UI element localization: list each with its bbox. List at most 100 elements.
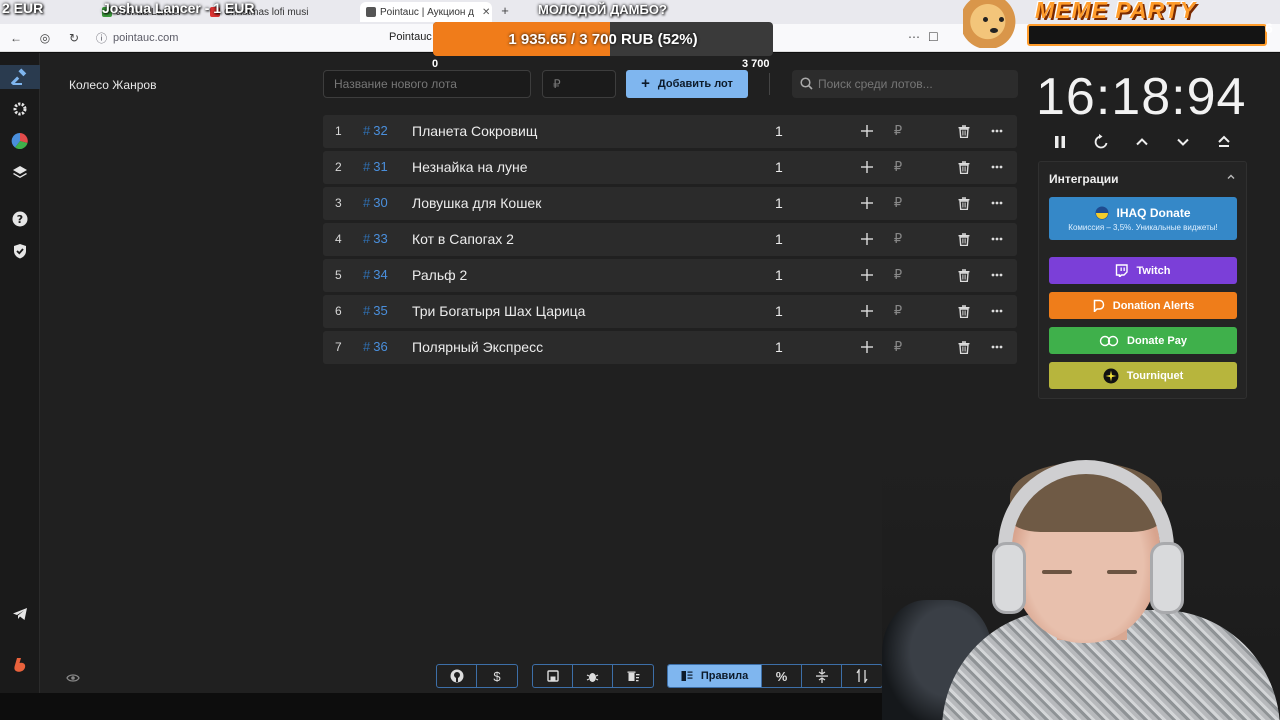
lot-amount[interactable]: 1 bbox=[775, 231, 783, 247]
chevron-up-icon[interactable] bbox=[1226, 172, 1236, 182]
shield-icon[interactable]: ◎ bbox=[37, 30, 53, 46]
sidebar-item-wheel[interactable] bbox=[10, 131, 30, 151]
lot-name[interactable]: Ловушка для Кошек bbox=[412, 195, 541, 211]
sidebar-item-layers[interactable] bbox=[10, 163, 30, 183]
lot-search-input[interactable] bbox=[818, 70, 1013, 98]
more-options-button[interactable] bbox=[988, 158, 1006, 176]
add-amount-button[interactable] bbox=[858, 266, 876, 284]
lot-id[interactable]: #34 bbox=[363, 267, 388, 282]
more-options-button[interactable] bbox=[988, 338, 1006, 356]
eye-icon[interactable] bbox=[66, 670, 80, 688]
lot-name[interactable]: Ральф 2 bbox=[412, 267, 467, 283]
clear-lots-button[interactable] bbox=[613, 665, 653, 687]
lot-id[interactable]: #31 bbox=[363, 159, 388, 174]
lot-id[interactable]: #32 bbox=[363, 123, 388, 138]
pause-button[interactable] bbox=[1049, 131, 1071, 153]
twitch-button[interactable]: Twitch bbox=[1049, 257, 1237, 284]
ruble-icon[interactable]: ₽ bbox=[889, 122, 907, 140]
add-lot-button[interactable]: + Добавить лот bbox=[626, 70, 748, 98]
lot-name[interactable]: Кот в Сапогах 2 bbox=[412, 231, 514, 247]
more-options-button[interactable] bbox=[988, 302, 1006, 320]
lot-id[interactable]: #30 bbox=[363, 195, 388, 210]
add-amount-button[interactable] bbox=[858, 158, 876, 176]
add-amount-button[interactable] bbox=[858, 230, 876, 248]
extensions-icon[interactable]: ⋯ bbox=[908, 30, 920, 44]
sidebar-item-telegram[interactable] bbox=[10, 604, 30, 624]
ruble-icon[interactable]: ₽ bbox=[889, 230, 907, 248]
back-arrow-icon[interactable]: ← bbox=[8, 30, 24, 46]
bookmark-icon[interactable]: ☐ bbox=[928, 30, 939, 44]
ruble-icon[interactable]: ₽ bbox=[889, 158, 907, 176]
ruble-icon[interactable]: ₽ bbox=[889, 302, 907, 320]
delete-lot-button[interactable] bbox=[955, 302, 973, 320]
lot-amount[interactable]: 1 bbox=[775, 339, 783, 355]
lot-id[interactable]: #35 bbox=[363, 303, 388, 318]
add-amount-button[interactable] bbox=[858, 194, 876, 212]
sidebar-item-privacy[interactable] bbox=[10, 241, 30, 261]
rules-button[interactable]: Правила bbox=[668, 665, 762, 687]
compact-view-button[interactable] bbox=[802, 665, 842, 687]
add-amount-button[interactable] bbox=[858, 122, 876, 140]
more-options-button[interactable] bbox=[988, 122, 1006, 140]
add-amount-button[interactable] bbox=[858, 338, 876, 356]
lot-amount[interactable]: 1 bbox=[775, 123, 783, 139]
more-options-button[interactable] bbox=[988, 266, 1006, 284]
delete-lot-button[interactable] bbox=[955, 122, 973, 140]
lot-amount[interactable]: 1 bbox=[775, 267, 783, 283]
reset-timer-button[interactable] bbox=[1090, 131, 1112, 153]
double-time-button[interactable] bbox=[1213, 131, 1235, 153]
add-amount-button[interactable] bbox=[858, 302, 876, 320]
lot-name[interactable]: Незнайка на луне bbox=[412, 159, 528, 175]
sidebar-item-help[interactable]: ? bbox=[10, 209, 30, 229]
delete-lot-button[interactable] bbox=[955, 230, 973, 248]
lot-name[interactable]: Три Богатыря Шах Царица bbox=[412, 303, 585, 319]
new-lot-price-input[interactable] bbox=[542, 70, 616, 98]
lot-row[interactable]: 1 #32 Планета Сокровищ 1 ₽ bbox=[323, 115, 1017, 148]
new-tab-icon[interactable]: + bbox=[498, 4, 512, 18]
new-lot-name-input[interactable] bbox=[323, 70, 531, 98]
lot-row[interactable]: 7 #36 Полярный Экспресс 1 ₽ bbox=[323, 331, 1017, 364]
delete-lot-button[interactable] bbox=[955, 266, 973, 284]
lot-amount[interactable]: 1 bbox=[775, 303, 783, 319]
subtract-time-button[interactable] bbox=[1172, 131, 1194, 153]
url-field[interactable]: ⓘ pointauc.com bbox=[96, 30, 178, 46]
ruble-icon[interactable]: ₽ bbox=[889, 338, 907, 356]
percentage-button[interactable]: % bbox=[762, 665, 802, 687]
sort-button[interactable] bbox=[842, 665, 882, 687]
save-button[interactable] bbox=[533, 665, 573, 687]
lot-name[interactable]: Полярный Экспресс bbox=[412, 339, 543, 355]
more-options-button[interactable] bbox=[988, 230, 1006, 248]
lot-row[interactable]: 5 #34 Ральф 2 1 ₽ bbox=[323, 259, 1017, 292]
lot-row[interactable]: 4 #33 Кот в Сапогах 2 1 ₽ bbox=[323, 223, 1017, 256]
ihaq-donate-button[interactable]: IHAQ Donate Комиссия – 3,5%. Уникальные … bbox=[1049, 197, 1237, 240]
wheel-of-genres-link[interactable]: Колесо Жанров bbox=[69, 78, 156, 92]
donation-alerts-button[interactable]: Donation Alerts bbox=[1049, 292, 1237, 319]
donate-pay-button[interactable]: Donate Pay bbox=[1049, 327, 1237, 354]
lot-amount[interactable]: 1 bbox=[775, 159, 783, 175]
sidebar-item-settings[interactable] bbox=[10, 99, 30, 119]
lot-amount[interactable]: 1 bbox=[775, 195, 783, 211]
delete-lot-button[interactable] bbox=[955, 158, 973, 176]
donate-button[interactable]: $ bbox=[477, 665, 517, 687]
delete-lot-button[interactable] bbox=[955, 338, 973, 356]
site-info-icon[interactable]: ⓘ bbox=[96, 30, 107, 46]
tab-close-icon[interactable]: ✕ bbox=[482, 7, 490, 18]
lot-row[interactable]: 6 #35 Три Богатыря Шах Царица 1 ₽ bbox=[323, 295, 1017, 328]
lot-id[interactable]: #36 bbox=[363, 339, 388, 354]
more-options-button[interactable] bbox=[988, 194, 1006, 212]
sidebar-item-boosty[interactable] bbox=[10, 655, 30, 675]
sidebar-item-auction[interactable] bbox=[0, 65, 40, 89]
browser-tab-active[interactable]: Pointauc | Аукцион д ✕ bbox=[360, 2, 492, 22]
tourniquet-button[interactable]: Tourniquet bbox=[1049, 362, 1237, 389]
lot-row[interactable]: 3 #30 Ловушка для Кошек 1 ₽ bbox=[323, 187, 1017, 220]
lot-id[interactable]: #33 bbox=[363, 231, 388, 246]
lot-row[interactable]: 2 #31 Незнайка на луне 1 ₽ bbox=[323, 151, 1017, 184]
reload-icon[interactable]: ↻ bbox=[66, 30, 82, 46]
github-button[interactable] bbox=[437, 665, 477, 687]
report-bug-button[interactable] bbox=[573, 665, 613, 687]
ruble-icon[interactable]: ₽ bbox=[889, 266, 907, 284]
lot-name[interactable]: Планета Сокровищ bbox=[412, 123, 537, 139]
ruble-icon[interactable]: ₽ bbox=[889, 194, 907, 212]
add-time-button[interactable] bbox=[1131, 131, 1153, 153]
delete-lot-button[interactable] bbox=[955, 194, 973, 212]
